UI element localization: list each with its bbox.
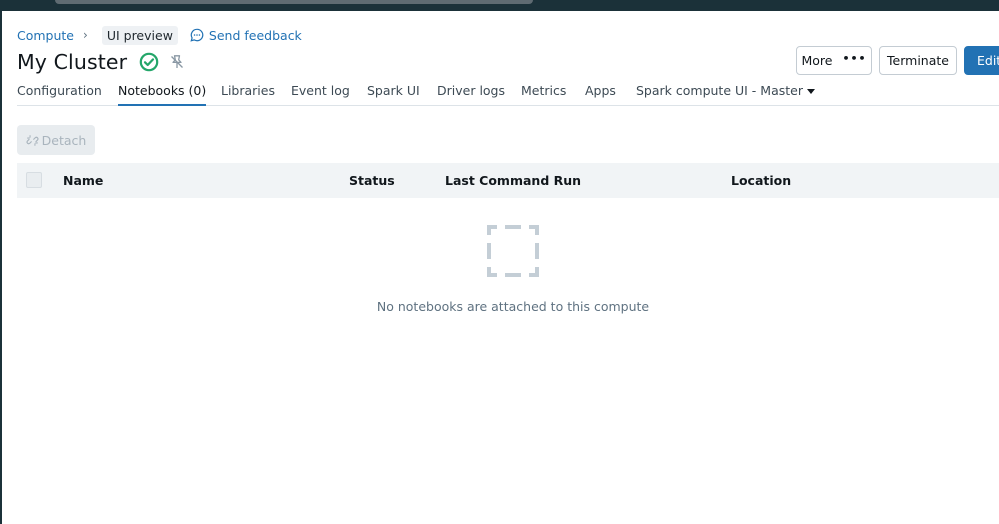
global-search-bar[interactable] bbox=[55, 0, 533, 4]
cluster-tabs: Configuration Notebooks (0) Libraries Ev… bbox=[17, 83, 999, 106]
breadcrumb-compute-link[interactable]: Compute bbox=[17, 28, 74, 43]
tab-libraries[interactable]: Libraries bbox=[221, 83, 275, 105]
more-actions-button[interactable]: More ••• bbox=[796, 46, 872, 75]
check-circle-icon bbox=[139, 52, 159, 72]
ui-preview-tag[interactable]: UI preview bbox=[101, 25, 178, 45]
column-header-last-command-run[interactable]: Last Command Run bbox=[445, 163, 581, 198]
edit-button[interactable]: Edit bbox=[964, 46, 999, 75]
detach-label: Detach bbox=[41, 132, 87, 148]
column-header-location[interactable]: Location bbox=[731, 163, 791, 198]
terminate-button[interactable]: Terminate bbox=[879, 46, 957, 75]
breadcrumb: Compute › UI preview Send feedback bbox=[17, 25, 302, 45]
more-label: More bbox=[801, 53, 833, 68]
send-feedback-label: Send feedback bbox=[208, 27, 302, 43]
tab-spark-compute-ui-label: Spark compute UI - Master bbox=[636, 83, 803, 98]
tab-event-log[interactable]: Event log bbox=[291, 83, 350, 105]
left-nav-edge bbox=[0, 11, 2, 524]
breadcrumb-separator: › bbox=[83, 28, 88, 42]
notebooks-table-header: Name Status Last Command Run Location bbox=[17, 163, 999, 198]
tab-notebooks[interactable]: Notebooks (0) bbox=[118, 83, 207, 106]
unpinned-pin-icon[interactable] bbox=[169, 54, 185, 70]
tab-spark-ui[interactable]: Spark UI bbox=[367, 83, 420, 105]
send-feedback-link[interactable]: Send feedback bbox=[190, 28, 302, 43]
page-header: My Cluster bbox=[17, 48, 185, 76]
more-dots-icon: ••• bbox=[842, 52, 867, 65]
detach-button[interactable]: Detach bbox=[17, 125, 95, 155]
app-top-bar bbox=[0, 0, 999, 11]
tab-spark-compute-ui-dropdown[interactable]: Spark compute UI - Master bbox=[636, 83, 815, 105]
caret-down-icon bbox=[806, 89, 815, 94]
page-title: My Cluster bbox=[17, 50, 128, 74]
unlink-icon bbox=[26, 134, 39, 146]
column-header-status[interactable]: Status bbox=[349, 163, 395, 198]
tab-metrics[interactable]: Metrics bbox=[521, 83, 566, 105]
empty-state-icon bbox=[487, 225, 539, 277]
tab-apps[interactable]: Apps bbox=[585, 83, 616, 105]
select-all-checkbox[interactable] bbox=[26, 172, 42, 188]
column-header-name[interactable]: Name bbox=[63, 163, 103, 198]
tab-configuration[interactable]: Configuration bbox=[17, 83, 102, 105]
empty-state-message: No notebooks are attached to this comput… bbox=[376, 299, 650, 314]
tab-driver-logs[interactable]: Driver logs bbox=[437, 83, 505, 105]
chat-bubble-icon bbox=[190, 28, 204, 42]
